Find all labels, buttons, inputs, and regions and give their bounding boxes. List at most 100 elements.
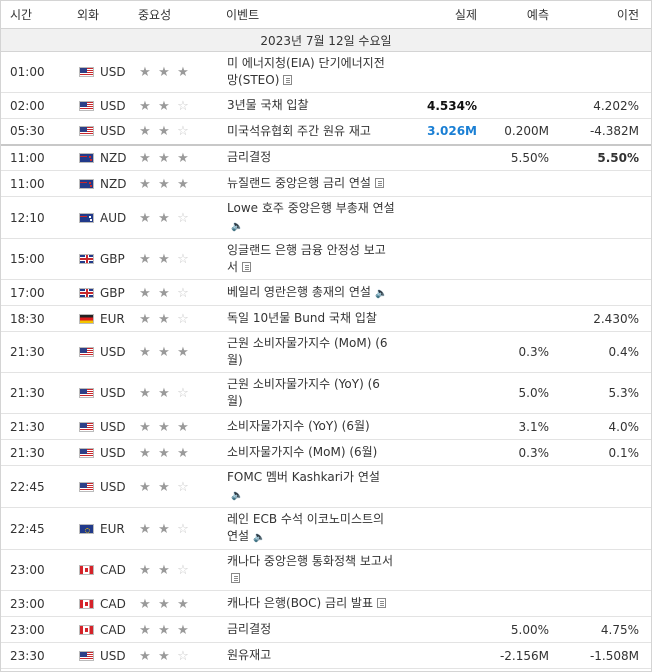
event-name[interactable]: 독일 10년물 Bund 국채 입찰 — [223, 305, 405, 332]
event-row[interactable]: 18:30 EUR ★ ★ ☆ 독일 10년물 Bund 국채 입찰 2.430% — [1, 305, 651, 332]
event-title[interactable]: 3년물 국채 입찰 — [227, 98, 309, 112]
header-previous[interactable]: 이전 — [561, 1, 651, 29]
event-name[interactable]: 베일리 영란은행 총재의 연설 🔈 — [223, 279, 405, 306]
importance-stars: ★ ★ ★ — [138, 439, 223, 466]
event-name[interactable]: 금리결정 — [223, 144, 405, 171]
event-title[interactable]: Lowe 호주 중앙은행 부총재 연설 — [227, 201, 395, 215]
event-title[interactable]: 미 에너지청(EIA) 단기에너지전망(STEO) — [227, 56, 385, 87]
speaker-icon[interactable]: 🔈 — [375, 285, 387, 302]
event-name[interactable]: 소비자물가지수 (MoM) (6월) — [223, 439, 405, 466]
event-row[interactable]: 21:30 USD ★ ★ ☆ 근원 소비자물가지수 (YoY) (6월) 5.0% 5.3% — [1, 372, 651, 414]
event-row[interactable]: 22:45 EUR ★ ★ ☆ 레인 ECB 수석 이코노미스트의 연설 🔈 — [1, 507, 651, 550]
event-name[interactable]: 잉글랜드 은행 금융 안정성 보고서 — [223, 238, 405, 280]
star-icon: ★ — [177, 176, 189, 192]
star-icon: ★ — [158, 479, 170, 495]
event-row[interactable]: 11:00 NZD ★ ★ ★ 금리결정 5.50% 5.50% — [1, 144, 651, 171]
event-time: 05:30 — [1, 118, 73, 146]
event-currency: EUR — [73, 305, 138, 332]
event-time: 11:00 — [1, 170, 73, 197]
forecast-value: 5.0% — [489, 372, 561, 414]
event-name[interactable]: 캐나다 은행(BOC) 금리 발표 — [223, 590, 405, 617]
event-row[interactable]: 17:00 GBP ★ ★ ☆ 베일리 영란은행 총재의 연설 🔈 — [1, 279, 651, 306]
event-row[interactable]: 02:00 USD ★ ★ ☆ 3년물 국채 입찰 4.534% 4.202% — [1, 92, 651, 119]
header-forecast[interactable]: 예측 — [489, 1, 561, 29]
previous-value — [561, 507, 651, 550]
event-name[interactable]: 미 에너지청(EIA) 단기에너지전망(STEO) — [223, 51, 405, 93]
forecast-value: -0.805M — [489, 668, 561, 671]
event-row[interactable]: 21:30 USD ★ ★ ★ 소비자물가지수 (YoY) (6월) 3.1% 4.0% — [1, 413, 651, 440]
header-event[interactable]: 이벤트 — [223, 1, 405, 29]
nz-flag-icon — [79, 152, 94, 163]
event-row[interactable]: 23:00 CAD ★ ★ ★ 금리결정 5.00% 4.75% — [1, 616, 651, 643]
event-name[interactable]: Lowe 호주 중앙은행 부총재 연설 🔈 — [223, 196, 405, 239]
header-importance[interactable]: 중요성 — [138, 1, 223, 29]
event-name[interactable]: 근원 소비자물가지수 (YoY) (6월) — [223, 372, 405, 414]
event-title[interactable]: FOMC 멤버 Kashkari가 연설 — [227, 470, 380, 484]
header-currency[interactable]: 외화 — [73, 1, 138, 29]
event-currency: USD — [73, 642, 138, 669]
event-name[interactable]: 금리결정 — [223, 616, 405, 643]
event-title[interactable]: 미국석유협회 주간 원유 재고 — [227, 124, 371, 138]
actual-value — [405, 196, 489, 239]
star-icon: ☆ — [177, 648, 189, 664]
event-title[interactable]: 베일리 영란은행 총재의 연설 — [227, 285, 371, 299]
star-icon: ☆ — [177, 563, 189, 578]
star-icon: ★ — [177, 65, 189, 80]
event-row[interactable]: 23:30 USD ★ ★ ☆ 원유재고 -2.156M -1.508M — [1, 642, 651, 669]
star-icon: ★ — [158, 210, 170, 226]
event-time: 21:30 — [1, 439, 73, 466]
event-title[interactable]: 캐나다 은행(BOC) 금리 발표 — [227, 596, 373, 610]
event-row[interactable]: 23:00 CAD ★ ★ ★ 캐나다 은행(BOC) 금리 발표 — [1, 590, 651, 617]
event-row[interactable]: 22:45 USD ★ ★ ☆ FOMC 멤버 Kashkari가 연설 🔈 — [1, 465, 651, 508]
event-title[interactable]: 금리결정 — [227, 150, 271, 164]
event-row[interactable]: 11:00 NZD ★ ★ ★ 뉴질랜드 중앙은행 금리 연설 — [1, 170, 651, 197]
event-name[interactable]: FOMC 멤버 Kashkari가 연설 🔈 — [223, 465, 405, 508]
star-icon: ★ — [139, 445, 151, 461]
event-name[interactable]: 캐나다 중앙은행 통화정책 보고서 — [223, 549, 405, 591]
forecast-value — [489, 92, 561, 119]
document-icon[interactable] — [374, 178, 384, 188]
header-actual[interactable]: 실제 — [405, 1, 489, 29]
event-name[interactable]: 근원 소비자물가지수 (MoM) (6월) — [223, 331, 405, 373]
speaker-icon[interactable]: 🔈 — [231, 218, 243, 235]
document-icon[interactable] — [283, 75, 293, 85]
us-flag-icon — [79, 100, 94, 111]
event-name[interactable]: 소비자물가지수 (YoY) (6월) — [223, 413, 405, 440]
importance-stars: ★ ★ ☆ — [138, 642, 223, 669]
event-title[interactable]: 뉴질랜드 중앙은행 금리 연설 — [227, 176, 371, 190]
speaker-icon[interactable]: 🔈 — [253, 529, 265, 546]
event-name[interactable]: 미국석유협회 주간 원유 재고 — [223, 118, 405, 146]
event-title[interactable]: 근원 소비자물가지수 (MoM) (6월) — [227, 336, 388, 367]
event-row[interactable]: 12:10 AUD ★ ★ ☆ Lowe 호주 중앙은행 부총재 연설 🔈 — [1, 196, 651, 239]
event-name[interactable]: 레인 ECB 수석 이코노미스트의 연설 🔈 — [223, 507, 405, 550]
us-flag-icon — [79, 650, 94, 661]
event-name[interactable]: 뉴질랜드 중앙은행 금리 연설 — [223, 170, 405, 197]
event-row[interactable]: 23:30USD★★☆쿠싱 원유 재고 -0.805M-0.400M — [1, 668, 651, 671]
document-icon[interactable] — [242, 262, 252, 272]
header-time[interactable]: 시간 — [1, 1, 73, 29]
document-icon[interactable] — [377, 598, 387, 608]
event-row[interactable]: 05:30 USD ★ ★ ☆ 미국석유협회 주간 원유 재고 3.026M 0.200M -4… — [1, 118, 651, 146]
event-title[interactable]: 독일 10년물 Bund 국채 입찰 — [227, 311, 377, 325]
event-name[interactable]: 원유재고 — [223, 642, 405, 669]
event-row[interactable]: 21:30 USD ★ ★ ★ 소비자물가지수 (MoM) (6월) 0.3% 0.1% — [1, 439, 651, 466]
event-row[interactable]: 01:00 USD ★ ★ ★ 미 에너지청(EIA) 단기에너지전망(STEO) — [1, 51, 651, 93]
currency-code: USD — [100, 345, 126, 359]
speaker-icon[interactable]: 🔈 — [231, 487, 243, 504]
event-title[interactable]: 소비자물가지수 (MoM) (6월) — [227, 445, 377, 459]
event-name[interactable]: 쿠싱 원유 재고 — [223, 668, 405, 671]
event-name[interactable]: 3년물 국채 입찰 — [223, 92, 405, 119]
event-title[interactable]: 금리결정 — [227, 622, 271, 636]
event-title[interactable]: 레인 ECB 수석 이코노미스트의 연설 — [227, 512, 384, 543]
document-icon[interactable] — [231, 573, 240, 583]
event-row[interactable]: 23:00 CAD ★ ★ ☆ 캐나다 중앙은행 통화정책 보고서 — [1, 549, 651, 591]
event-title[interactable]: 원유재고 — [227, 648, 271, 662]
event-row[interactable]: 21:30 USD ★ ★ ★ 근원 소비자물가지수 (MoM) (6월) 0.3% 0.4% — [1, 331, 651, 373]
star-icon: ★ — [158, 65, 170, 80]
event-row[interactable]: 15:00 GBP ★ ★ ☆ 잉글랜드 은행 금융 안정성 보고서 — [1, 238, 651, 280]
event-title[interactable]: 소비자물가지수 (YoY) (6월) — [227, 419, 370, 433]
event-time: 21:30 — [1, 372, 73, 414]
event-title[interactable]: 근원 소비자물가지수 (YoY) (6월) — [227, 377, 380, 408]
event-title[interactable]: 캐나다 중앙은행 통화정책 보고서 — [227, 554, 393, 568]
previous-value: 4.202% — [561, 92, 651, 119]
